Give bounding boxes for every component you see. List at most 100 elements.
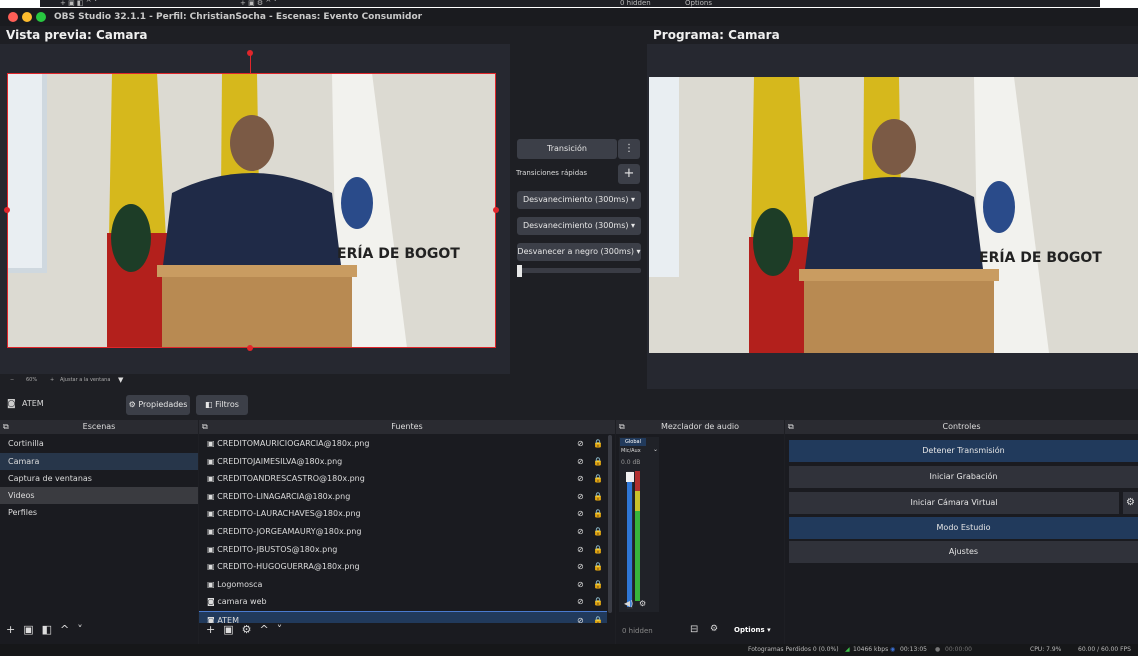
zoom-plus-icon[interactable]: + xyxy=(50,376,54,384)
source-settings-icon[interactable]: ⚙ xyxy=(242,623,260,636)
bitrate-icon: ◢ xyxy=(845,646,850,653)
top-strip-options[interactable]: Options xyxy=(685,0,712,7)
lock-icon[interactable]: 🔒 xyxy=(593,541,603,558)
add-scene-icon[interactable]: + xyxy=(6,623,23,636)
t-bar-handle[interactable] xyxy=(517,265,522,277)
source-item[interactable]: ◙ ATEM ⊘ 🔒 xyxy=(199,611,607,623)
source-item[interactable]: ▣ Logomosca ⊘ 🔒 xyxy=(199,576,607,593)
visibility-icon[interactable]: ⊘ xyxy=(577,612,584,623)
maximize-window-icon[interactable] xyxy=(36,12,46,22)
zoom-fit[interactable]: Ajustar a la ventana xyxy=(60,376,110,384)
undock-icon[interactable]: ⧉ xyxy=(619,420,625,434)
preview-canvas[interactable]: ERÍA DE BOGOT xyxy=(0,44,510,374)
t-bar-track[interactable] xyxy=(517,268,641,273)
scene-item-captura[interactable]: Captura de ventanas xyxy=(0,470,198,487)
remove-source-icon[interactable]: ▣ xyxy=(223,623,241,636)
start-virtual-camera-button[interactable]: Iniciar Cámara Virtual xyxy=(789,492,1119,514)
source-item[interactable]: ▣ CREDITO-LAURACHAVES@180x.png ⊘ 🔒 xyxy=(199,505,607,522)
mixer-options-button[interactable]: Options ▾ xyxy=(734,626,771,634)
mixer-title: Mezclador de audio xyxy=(660,422,740,431)
visibility-icon[interactable]: ⊘ xyxy=(577,453,584,470)
lock-icon[interactable]: 🔒 xyxy=(593,488,603,505)
scene-item-cortinilla[interactable]: Cortinilla xyxy=(0,435,198,452)
virtual-camera-settings-icon[interactable]: ⚙ xyxy=(1123,492,1138,514)
visibility-icon[interactable]: ⊘ xyxy=(577,541,584,558)
zoom-dropdown-icon[interactable]: ▼ xyxy=(118,376,123,384)
mixer-layout-icon[interactable]: ⊟ xyxy=(690,624,698,635)
filters-button[interactable]: ◧ Filtros xyxy=(196,395,248,415)
dropped-frames: Fotogramas Perdidos 0 (0.0%) xyxy=(748,646,839,653)
move-up-icon[interactable]: ^ xyxy=(60,623,77,636)
selection-box[interactable] xyxy=(7,73,496,348)
transition-button[interactable]: Transición xyxy=(517,139,617,159)
lock-icon[interactable]: 🔒 xyxy=(593,558,603,575)
visibility-icon[interactable]: ⊘ xyxy=(577,435,584,452)
undock-icon[interactable]: ⧉ xyxy=(3,420,9,434)
speaker-icon[interactable]: ◀) xyxy=(624,599,633,608)
quick-transition-2[interactable]: Desvanecimiento (300ms) ▾ xyxy=(517,217,641,235)
minimize-window-icon[interactable] xyxy=(22,12,32,22)
properties-button[interactable]: ⚙ Propiedades xyxy=(126,395,190,415)
visibility-icon[interactable]: ⊘ xyxy=(577,558,584,575)
stop-stream-button[interactable]: Detener Transmisión xyxy=(789,440,1138,462)
source-item[interactable]: ▣ CREDITO-JORGEAMAURY@180x.png ⊘ 🔒 xyxy=(199,523,607,540)
scene-item-perfiles[interactable]: Perfiles xyxy=(0,504,198,521)
settings-button[interactable]: Ajustes xyxy=(789,541,1138,563)
source-item-label: CREDITO-JORGEAMAURY@180x.png xyxy=(217,527,362,536)
move-up-icon[interactable]: ^ xyxy=(260,623,277,636)
source-item[interactable]: ▣ CREDITO-JBUSTOS@180x.png ⊘ 🔒 xyxy=(199,541,607,558)
volume-handle[interactable] xyxy=(626,472,634,482)
resize-handle-left[interactable] xyxy=(4,207,10,213)
studio-mode-button[interactable]: Modo Estudio xyxy=(789,517,1138,539)
add-source-icon[interactable]: + xyxy=(206,623,223,636)
scene-item-videos[interactable]: Videos xyxy=(0,487,198,504)
start-recording-button[interactable]: Iniciar Grabación xyxy=(789,466,1138,488)
resize-handle-right[interactable] xyxy=(493,207,499,213)
lock-icon[interactable]: 🔒 xyxy=(593,593,603,610)
source-item[interactable]: ◙ camara web ⊘ 🔒 xyxy=(199,593,607,610)
lock-icon[interactable]: 🔒 xyxy=(593,523,603,540)
source-item-label: camara web xyxy=(217,597,267,607)
visibility-icon[interactable]: ⊘ xyxy=(577,593,584,610)
move-down-icon[interactable]: ˅ xyxy=(77,623,91,636)
source-item[interactable]: ▣ CREDITO-HUGOGUERRA@180x.png ⊘ 🔒 xyxy=(199,558,607,575)
source-item[interactable]: ▣ CREDITOJAIMESILVA@180x.png ⊘ 🔒 xyxy=(199,453,607,470)
lock-icon[interactable]: 🔒 xyxy=(593,505,603,522)
zoom-minus-icon[interactable]: − xyxy=(10,376,14,384)
lock-icon[interactable]: 🔒 xyxy=(593,612,603,623)
source-item[interactable]: ▣ CREDITOMAURICIOGARCIA@180x.png ⊘ 🔒 xyxy=(199,435,607,452)
source-item[interactable]: ▣ CREDITOANDRESCASTRO@180x.png ⊘ 🔒 xyxy=(199,470,607,487)
visibility-icon[interactable]: ⊘ xyxy=(577,488,584,505)
program-video: ERÍA DE BOGOT xyxy=(649,77,1138,353)
add-transition-icon[interactable]: + xyxy=(618,164,640,184)
sources-scrollbar[interactable] xyxy=(608,435,612,613)
undock-icon[interactable]: ⧉ xyxy=(202,420,208,434)
undock-icon[interactable]: ⧉ xyxy=(788,420,794,434)
mixer-settings-icon[interactable]: ⚙ xyxy=(639,599,646,608)
image-icon: ▣ xyxy=(207,579,218,589)
close-window-icon[interactable] xyxy=(8,12,18,22)
lock-icon[interactable]: 🔒 xyxy=(593,453,603,470)
sources-toolbar: +▣⚙^˅ xyxy=(206,623,290,636)
quick-transition-1[interactable]: Desvanecimiento (300ms) ▾ xyxy=(517,191,641,209)
quick-transition-3[interactable]: Desvanecer a negro (300ms) ▾ xyxy=(517,243,641,261)
chevron-down-icon[interactable]: ⌄ xyxy=(653,446,658,453)
move-down-icon[interactable]: ˅ xyxy=(277,623,291,636)
mixer-advanced-icon[interactable]: ⚙ xyxy=(710,624,718,634)
visibility-icon[interactable]: ⊘ xyxy=(577,523,584,540)
visibility-icon[interactable]: ⊘ xyxy=(577,470,584,487)
visibility-icon[interactable]: ⊘ xyxy=(577,576,584,593)
lock-icon[interactable]: 🔒 xyxy=(593,576,603,593)
rotation-handle[interactable] xyxy=(247,50,253,56)
scene-filters-icon[interactable]: ◧ xyxy=(42,623,60,636)
transition-menu-icon[interactable]: ⋮ xyxy=(618,139,640,159)
meter-red xyxy=(635,471,640,491)
top-strip-icons: + ▣ ◧ ^ ˅ xyxy=(60,0,98,7)
visibility-icon[interactable]: ⊘ xyxy=(577,505,584,522)
lock-icon[interactable]: 🔒 xyxy=(593,470,603,487)
source-item[interactable]: ▣ CREDITO-LINAGARCIA@180x.png ⊘ 🔒 xyxy=(199,488,607,505)
scene-item-camara[interactable]: Camara xyxy=(0,453,198,470)
resize-handle-bottom[interactable] xyxy=(247,345,253,351)
remove-scene-icon[interactable]: ▣ xyxy=(23,623,41,636)
lock-icon[interactable]: 🔒 xyxy=(593,435,603,452)
